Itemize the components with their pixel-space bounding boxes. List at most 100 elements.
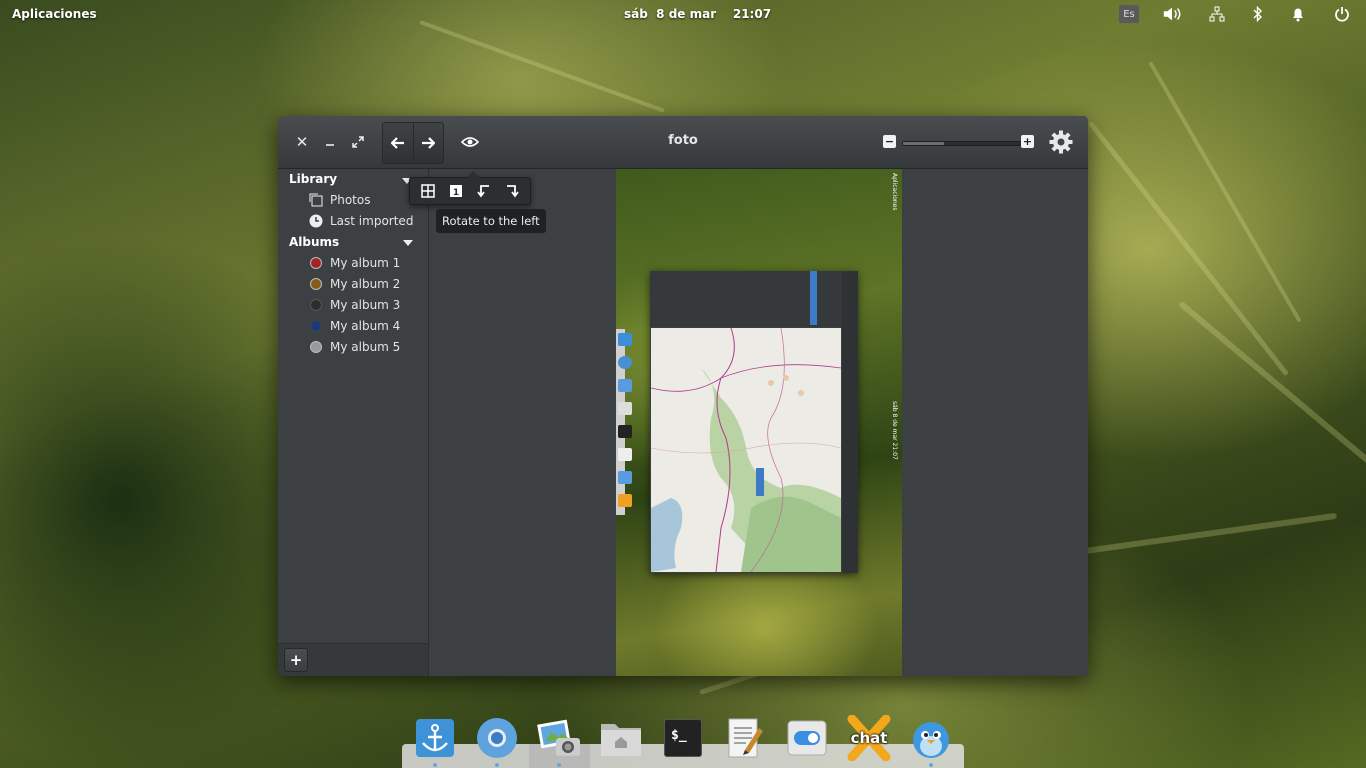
- terminal-icon: $_: [664, 719, 702, 757]
- clock-icon: [308, 213, 324, 229]
- sidebar-item-last-imported[interactable]: Last imported: [308, 211, 413, 231]
- sidebar-item-label: My album 5: [330, 340, 401, 354]
- mini-dock-icon: [618, 356, 632, 369]
- sidebar-item-label: My album 2: [330, 277, 401, 291]
- mini-dock-icon: [618, 494, 632, 507]
- mini-dock-icon: [618, 379, 632, 392]
- rotate-left-button[interactable]: [470, 180, 498, 202]
- sidebar-item-album-2[interactable]: My album 2: [308, 274, 400, 294]
- wallpaper-streak: [1178, 300, 1366, 473]
- mini-dock-icon: [618, 471, 632, 484]
- power-icon[interactable]: [1332, 5, 1352, 23]
- files-icon: [601, 724, 641, 756]
- zoom-slider[interactable]: [902, 141, 1022, 146]
- applications-menu[interactable]: Aplicaciones: [12, 7, 97, 21]
- minimize-button[interactable]: [320, 132, 340, 152]
- maximize-button[interactable]: [348, 132, 368, 152]
- albums-header[interactable]: Albums: [289, 235, 339, 249]
- view-eye-button[interactable]: [459, 132, 481, 152]
- mini-dock-icon: [618, 333, 632, 346]
- dock-item-anchor[interactable]: [411, 714, 459, 762]
- mini-selection-bar: [810, 271, 817, 325]
- dock-item-files[interactable]: [597, 714, 645, 762]
- dock-item-terminal[interactable]: $_: [659, 714, 707, 762]
- single-icon: 1: [450, 185, 462, 198]
- single-view-button[interactable]: 1: [442, 180, 470, 202]
- photo-mini-window: [650, 271, 858, 573]
- grid-icon: [421, 184, 435, 198]
- sidebar-item-album-4[interactable]: My album 4: [308, 316, 400, 336]
- dock-item-switchboard[interactable]: [783, 714, 831, 762]
- chromium-icon: [477, 718, 517, 758]
- dock-item-editor[interactable]: [721, 714, 769, 762]
- add-album-button[interactable]: +: [284, 648, 308, 672]
- sidebar: Library Photos Last imported Albums My a…: [278, 169, 429, 676]
- zoom-slider-fill: [903, 142, 945, 145]
- gear-icon: [1049, 130, 1073, 154]
- running-indicator: [557, 763, 561, 767]
- sidebar-item-label: My album 4: [330, 319, 401, 333]
- arrow-right-icon: [422, 137, 436, 149]
- photo-viewer-window: ✕ foto − + Library Photos Last imported …: [278, 116, 1088, 676]
- album-color-dot: [310, 257, 322, 269]
- album-color-dot: [310, 320, 322, 332]
- bluetooth-icon[interactable]: [1248, 5, 1268, 23]
- notifications-icon[interactable]: [1288, 5, 1308, 23]
- editor-icon: [728, 718, 763, 758]
- photo-viewer: Aplicaciones sáb 8 de mar 21:07: [429, 169, 1088, 676]
- sidebar-item-album-3[interactable]: My album 3: [308, 295, 400, 315]
- zoom-in-button[interactable]: +: [1021, 135, 1034, 148]
- mini-dock-icon: [618, 448, 632, 461]
- dock-item-twitter[interactable]: [907, 714, 955, 762]
- eye-icon: [461, 137, 479, 147]
- dock-item-chromium[interactable]: [473, 714, 521, 762]
- mini-dock-icon: [618, 402, 632, 415]
- running-indicator: [433, 763, 437, 767]
- tooltip: Rotate to the left: [436, 209, 546, 233]
- grid-view-button[interactable]: [414, 180, 442, 202]
- photos-icon: [308, 192, 324, 208]
- sidebar-item-label: My album 3: [330, 298, 401, 312]
- albums-collapse-icon[interactable]: [403, 240, 413, 246]
- svg-text:1: 1: [453, 188, 459, 198]
- album-color-dot: [310, 299, 322, 311]
- next-button[interactable]: [412, 123, 444, 163]
- network-icon[interactable]: [1207, 5, 1227, 23]
- sidebar-footer: +: [278, 643, 428, 676]
- close-button[interactable]: ✕: [292, 132, 312, 152]
- switchboard-icon: [787, 720, 827, 756]
- view-popover: 1: [409, 171, 531, 205]
- photo-side-text: Aplicaciones: [891, 173, 898, 211]
- rotate-right-icon: [507, 185, 519, 198]
- running-indicator: [495, 763, 499, 767]
- rotate-right-button[interactable]: [498, 180, 526, 202]
- sidebar-item-label: Photos: [330, 193, 371, 207]
- shotwell-icon: [537, 719, 580, 756]
- running-indicator: [929, 763, 933, 767]
- photo-image[interactable]: Aplicaciones sáb 8 de mar 21:07: [616, 169, 902, 676]
- previous-button[interactable]: [383, 123, 413, 163]
- window-title: foto: [668, 133, 698, 148]
- sidebar-item-photos[interactable]: Photos: [308, 190, 370, 210]
- clock[interactable]: sáb 8 de mar 21:07: [624, 7, 771, 21]
- wallpaper-streak: [1148, 61, 1302, 323]
- top-panel: Aplicaciones sáb 8 de mar 21:07 Es: [0, 0, 1366, 28]
- library-header[interactable]: Library: [289, 172, 337, 186]
- sidebar-item-album-1[interactable]: My album 1: [308, 253, 400, 273]
- sidebar-item-album-5[interactable]: My album 5: [308, 337, 400, 357]
- album-color-dot: [310, 278, 322, 290]
- sidebar-item-label: My album 1: [330, 256, 401, 270]
- twitter-bird-icon: [913, 722, 949, 758]
- zoom-out-button[interactable]: −: [883, 135, 896, 148]
- wallpaper-streak: [419, 20, 666, 113]
- photo-side-text: sáb 8 de mar 21:07: [891, 401, 898, 460]
- anchor-icon: [416, 719, 454, 757]
- keyboard-layout-indicator[interactable]: Es: [1119, 5, 1139, 23]
- arrow-left-icon: [390, 137, 404, 149]
- album-color-dot: [310, 341, 322, 353]
- settings-button[interactable]: [1048, 129, 1074, 155]
- dock-item-xchat[interactable]: chat: [845, 714, 893, 762]
- photo-mini-dock: [616, 329, 632, 515]
- volume-icon[interactable]: [1162, 5, 1182, 23]
- dock-item-shotwell[interactable]: [535, 714, 583, 762]
